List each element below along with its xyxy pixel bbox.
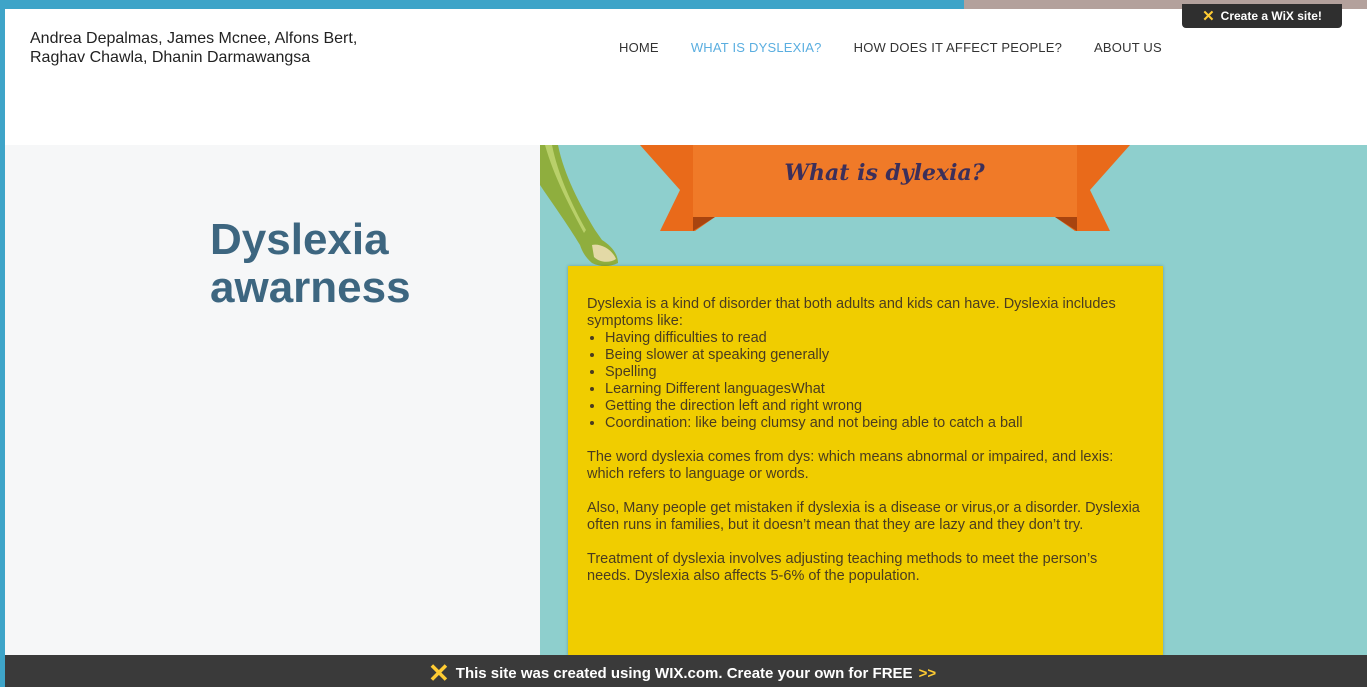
paragraph-misconception: Also, Many people get mistaken if dyslex… [587, 500, 1140, 533]
create-wix-site-label: Create a WiX site! [1220, 9, 1322, 23]
list-item: Learning Different languagesWhat [605, 381, 1142, 398]
list-item: Being slower at speaking generally [605, 347, 1142, 364]
paragraph-treatment: Treatment of dyslexia involves adjusting… [587, 551, 1098, 584]
plant-stem-image [540, 145, 618, 266]
nav-what-is-dyslexia[interactable]: WHAT IS DYSLEXIA? [691, 40, 822, 55]
list-item: Coordination: like being clumsy and not … [605, 415, 1142, 432]
list-item: Spelling [605, 364, 1142, 381]
intro-text: Dyslexia is a kind of disorder that both… [587, 296, 1116, 329]
footer-text: This site was created using WIX.com. Cre… [455, 664, 913, 682]
nav-about-us[interactable]: ABOUT US [1094, 40, 1162, 55]
footer-wix-link[interactable]: ✕ This site was created using WIX.com. C… [428, 658, 937, 688]
page-title-line-2: awarness [210, 263, 411, 312]
ribbon-title: What is dylexia? [784, 160, 985, 186]
authors-line-2: Raghav Chawla, Dhanin Darmawangsa [30, 49, 311, 66]
footer-arrows: >> [918, 664, 937, 682]
create-wix-site-button[interactable]: ✕ Create a WiX site! [1182, 4, 1342, 28]
authors-line-1: Andrea Depalmas, James Mcnee, Alfons Ber… [30, 30, 358, 47]
wix-logo-icon: ✕ [1202, 8, 1215, 25]
site-authors: Andrea Depalmas, James Mcnee, Alfons Ber… [30, 29, 450, 67]
paragraph-etymology: The word dyslexia comes from dys: which … [587, 449, 1114, 482]
content-text: Dyslexia is a kind of disorder that both… [587, 296, 1142, 602]
nav-how-does-it-affect-people[interactable]: HOW DOES IT AFFECT PEOPLE? [854, 40, 1062, 55]
wix-logo-icon: ✕ [428, 658, 450, 688]
ribbon-banner [640, 145, 1130, 231]
page-title: Dyslexia awarness [210, 216, 510, 312]
page-title-line-1: Dyslexia [210, 215, 389, 264]
content-intro: Dyslexia is a kind of disorder that both… [587, 296, 1142, 330]
symptoms-list: Having difficulties to read Being slower… [587, 330, 1142, 432]
list-item: Having difficulties to read [605, 330, 1142, 347]
nav-home[interactable]: HOME [619, 40, 659, 55]
list-item: Getting the direction left and right wro… [605, 398, 1142, 415]
frame-top-bar [0, 0, 964, 9]
main-nav: HOME WHAT IS DYSLEXIA? HOW DOES IT AFFEC… [619, 40, 1194, 55]
